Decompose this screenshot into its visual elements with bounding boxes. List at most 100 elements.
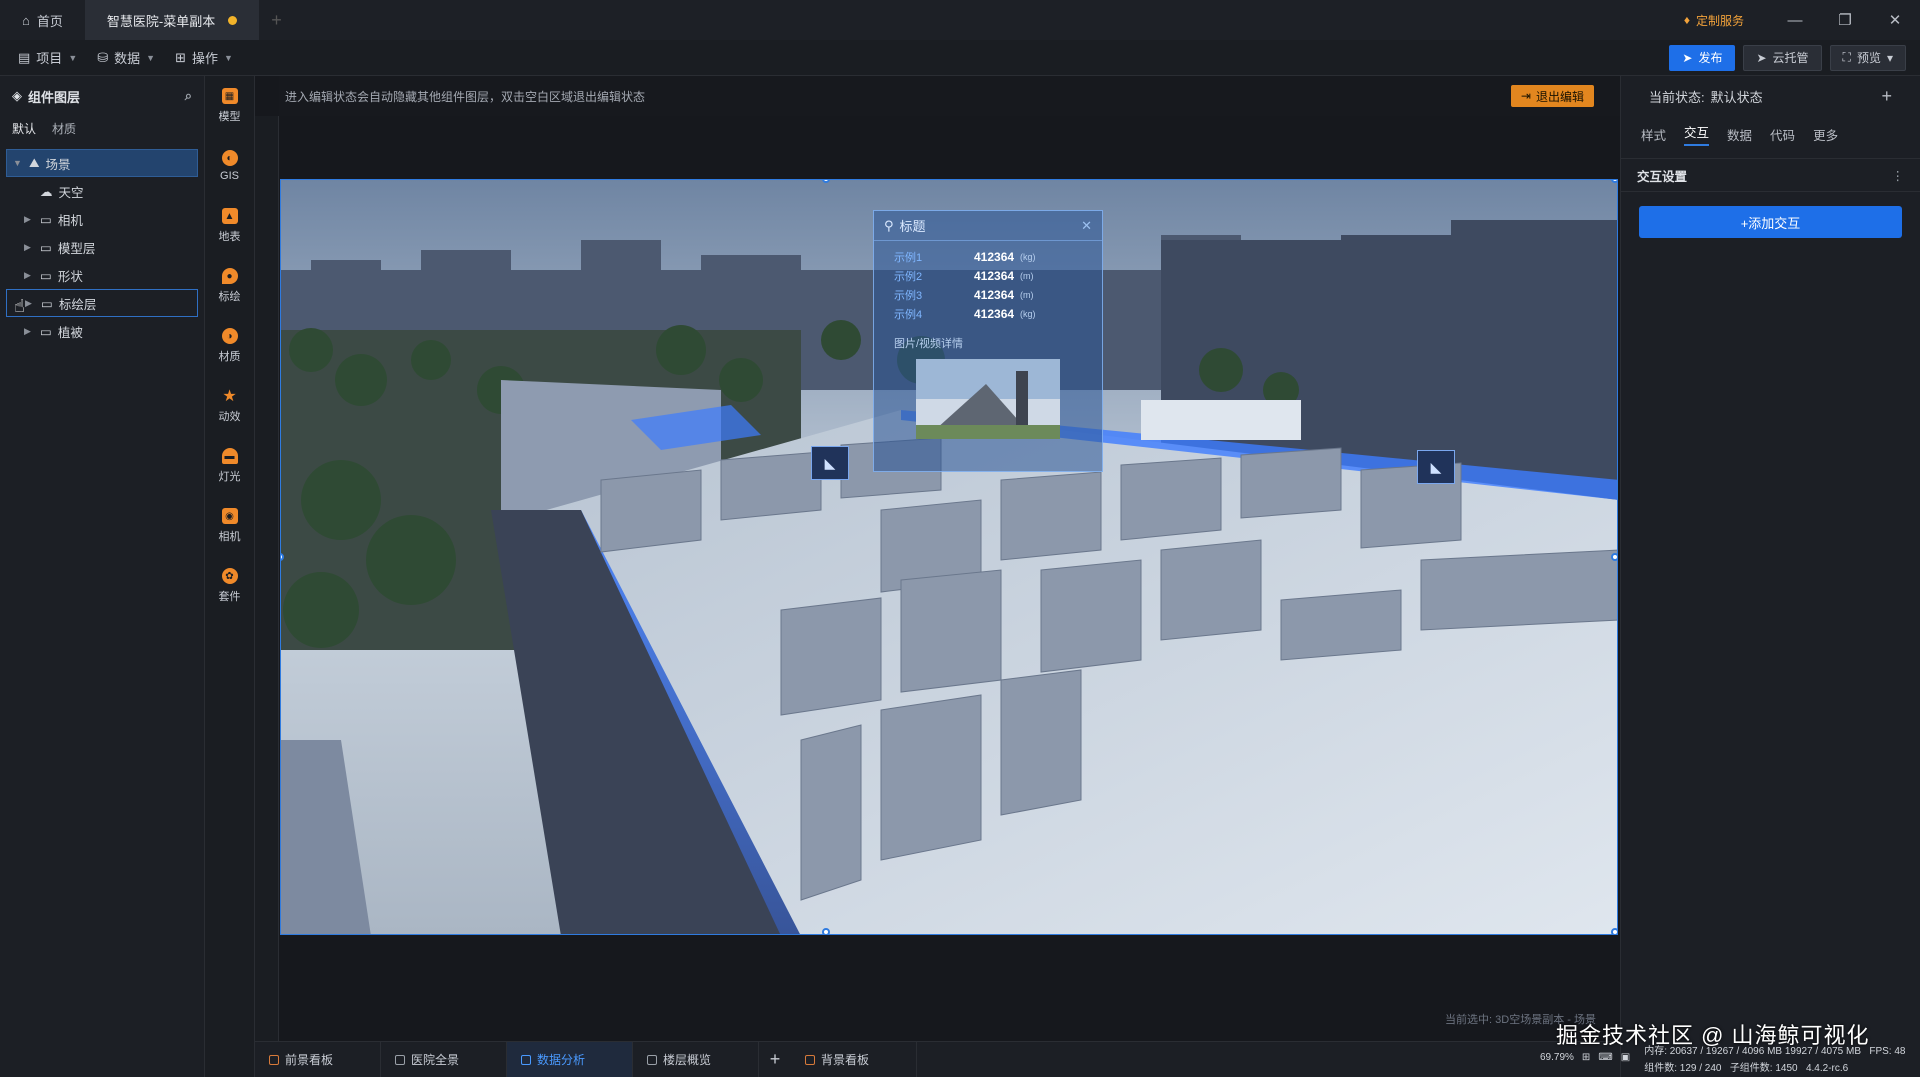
restore-button[interactable]: ❐ (1820, 11, 1870, 29)
close-icon[interactable]: ✕ (1081, 218, 1092, 234)
publish-button[interactable]: ➤ 发布 (1669, 44, 1736, 71)
row-key: 示例2 (894, 270, 923, 283)
info-popup[interactable]: ⚲ 标题 ✕ 示例1 412364 (kg) 示例2 412364 (m) 示例3 412… (873, 210, 1103, 472)
keyboard-icon[interactable]: ⌨ (1598, 1052, 1612, 1063)
menu-project[interactable]: ▤ 项目 ▼ (8, 48, 87, 67)
tree-node-plot-layer[interactable]: ▶ ▭ 标绘层 (6, 289, 198, 317)
component-marker[interactable]: ● 标绘 (205, 256, 254, 316)
send-icon: ➤ (1756, 50, 1767, 65)
component-label: 材质 (218, 351, 241, 363)
tree-node-label: 植被 (57, 325, 83, 340)
board-tab-label: 背景看板 (821, 1053, 870, 1067)
menu-data[interactable]: ⛁ 数据 ▼ (87, 48, 165, 67)
scene-viewport[interactable]: ⚲ 标题 ✕ 示例1 412364 (kg) 示例2 412364 (m) 示例3 412… (280, 179, 1618, 935)
tree-node-sky[interactable]: ☁ 天空 (6, 177, 198, 205)
interaction-section-header: 交互设置 ⋮ (1621, 158, 1920, 192)
unsaved-dot-icon (228, 15, 238, 25)
tab-default[interactable]: 默认 (12, 120, 36, 137)
resize-handle-right[interactable] (1611, 553, 1617, 561)
resize-handle-top-right[interactable] (1611, 180, 1617, 183)
tab-code[interactable]: 代码 (1770, 125, 1795, 144)
location-pin-icon: ⚲ (884, 217, 894, 233)
sub-component-count: 子组件数: 1450 (1729, 1062, 1798, 1074)
board-tab-hospital[interactable]: 医院全景 (381, 1041, 507, 1077)
zoom-level[interactable]: 69.79% (1540, 1052, 1574, 1063)
component-light[interactable]: ▬ 灯光 (205, 436, 254, 496)
component-effect[interactable]: ★ 动效 (205, 376, 254, 436)
board-tab-floor[interactable]: 楼层概览 (633, 1041, 759, 1077)
board-tab-background[interactable]: 背景看板 (791, 1041, 917, 1077)
folder-icon: ▭ (41, 296, 53, 311)
app-window: { "titlebar": { "tabs": [ {"label": "首页"… (0, 0, 1920, 1077)
tree-node-vegetation[interactable]: ▶ ▭ 植被 (6, 317, 198, 345)
custom-service-button[interactable]: ♦ 定制服务 (1684, 12, 1744, 29)
close-button[interactable]: ✕ (1870, 11, 1920, 29)
vertical-ruler[interactable] (255, 116, 279, 1041)
component-gis[interactable]: ◐ GIS (205, 136, 254, 196)
search-icon[interactable]: ⌕ (185, 88, 192, 104)
row-unit: (kg) (1020, 251, 1036, 262)
chevron-right-icon[interactable]: ▶ (24, 214, 34, 225)
tab-more[interactable]: 更多 (1813, 125, 1838, 144)
chevron-right-icon[interactable]: ▶ (24, 270, 34, 281)
component-camera[interactable]: ◉ 相机 (205, 496, 254, 556)
camera-marker[interactable]: ◣ (811, 446, 849, 480)
exit-icon: ⇥ (1520, 89, 1531, 103)
gis-icon: ◐ (221, 150, 238, 166)
tree-node-shape[interactable]: ▶ ▭ 形状 (6, 261, 198, 289)
screen-icon (395, 1054, 405, 1065)
minimize-button[interactable]: — (1770, 12, 1820, 29)
kit-icon: ✿ (221, 568, 238, 584)
preview-button[interactable]: ⛶ 预览 ▾ (1829, 44, 1906, 71)
tree-node-scene[interactable]: ▼ ⛰ 场景 (6, 149, 198, 177)
tab-style[interactable]: 样式 (1641, 125, 1666, 144)
tree-node-model-layer[interactable]: ▶ ▭ 模型层 (6, 233, 198, 261)
component-label: GIS (220, 170, 239, 182)
state-label: 当前状态: (1649, 89, 1705, 105)
section-title: 交互设置 (1637, 169, 1688, 184)
tab-interaction[interactable]: 交互 (1684, 122, 1710, 146)
model-icon: ▦ (221, 88, 238, 104)
component-terrain[interactable]: ▲ 地表 (205, 196, 254, 256)
camera-marker[interactable]: ◣ (1417, 450, 1455, 484)
new-tab-button[interactable]: + (259, 10, 294, 31)
tab-data[interactable]: 数据 (1727, 125, 1752, 144)
component-kit[interactable]: ✿ 套件 (205, 556, 254, 616)
menu-operation[interactable]: ⊞ 操作 ▼ (165, 48, 243, 67)
add-board-button[interactable]: + (759, 1049, 791, 1070)
tab-material[interactable]: 材质 (52, 120, 76, 137)
screen-icon (647, 1054, 657, 1065)
popup-thumbnail[interactable] (916, 359, 1060, 439)
material-icon: ◑ (221, 328, 238, 344)
add-state-icon[interactable]: + (1881, 86, 1892, 107)
component-model[interactable]: ▦ 模型 (205, 76, 254, 136)
resize-handle-bottom[interactable] (822, 928, 830, 934)
resize-handle-bottom-right[interactable] (1611, 928, 1617, 934)
diamond-icon: ♦ (1683, 13, 1690, 27)
publish-label: 发布 (1698, 51, 1723, 65)
chevron-right-icon[interactable]: ▶ (24, 326, 34, 337)
terminal-icon[interactable]: ▣ (1621, 1052, 1630, 1063)
row-value: 412364 (974, 306, 1015, 321)
component-label: 模型 (218, 111, 241, 123)
tab-project[interactable]: 智慧医院-菜单副本 (84, 0, 260, 40)
chevron-right-icon[interactable]: ▶ (24, 242, 34, 253)
tree-node-camera[interactable]: ▶ ▭ 相机 (6, 205, 198, 233)
add-interaction-button[interactable]: +添加交互 (1639, 206, 1902, 238)
grid-icon: ⊞ (175, 49, 186, 65)
fit-icon[interactable]: ⊞ (1582, 1052, 1590, 1063)
state-value[interactable]: 默认状态 (1711, 87, 1763, 106)
chevron-right-icon[interactable]: ▶ (25, 298, 35, 309)
more-vertical-icon[interactable]: ⋮ (1892, 168, 1905, 183)
board-tab-analysis[interactable]: 数据分析 (507, 1041, 633, 1077)
exit-edit-button[interactable]: ⇥ 退出编辑 (1510, 85, 1594, 107)
marker-icon: ● (221, 268, 238, 284)
component-label: 相机 (218, 531, 241, 543)
tab-home[interactable]: ⌂ 首页 (0, 0, 85, 40)
chevron-down-icon[interactable]: ▼ (13, 158, 23, 168)
menu-project-label: 项目 (36, 51, 63, 66)
board-tab-foreground[interactable]: 前景看板 (255, 1041, 381, 1077)
component-material[interactable]: ◑ 材质 (205, 316, 254, 376)
cloud-host-button[interactable]: ➤ 云托管 (1743, 44, 1822, 71)
popup-row: 示例3 412364 (m) (874, 285, 1102, 304)
